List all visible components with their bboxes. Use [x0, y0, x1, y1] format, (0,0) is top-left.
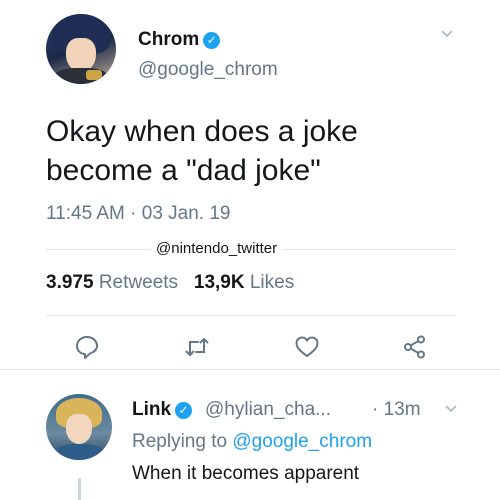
mention-link[interactable]: @google_chrom: [232, 431, 372, 452]
tweet-text-line: Okay when does a joke: [46, 115, 358, 148]
likes-stat[interactable]: 13,9K Likes: [194, 272, 294, 293]
display-name[interactable]: Link: [132, 399, 171, 420]
avatar[interactable]: [46, 14, 116, 84]
likes-count: 13,9K: [193, 272, 245, 293]
chevron-down-icon[interactable]: [444, 402, 458, 416]
divider: [46, 315, 456, 316]
watermark: @nintendo_twitter: [150, 240, 284, 257]
author-handle[interactable]: @google_chrom: [138, 59, 278, 81]
thread-line: [78, 478, 81, 500]
verified-badge-icon: ✓: [203, 32, 221, 49]
chevron-down-icon[interactable]: [440, 27, 454, 41]
tweet-text: Okay when does a joke become a "dad joke…: [46, 112, 466, 190]
heart-icon[interactable]: [294, 334, 320, 360]
retweets-label: Retweets: [98, 272, 179, 293]
replying-prefix: Replying to: [132, 431, 228, 452]
reply-author-name[interactable]: Link ✓: [132, 399, 193, 421]
retweets-count: 3.975: [46, 272, 94, 293]
retweets-stat[interactable]: 3.975 Retweets: [46, 272, 178, 293]
tweet-timestamp[interactable]: 11:45 AM · 03 Jan. 19: [46, 203, 231, 225]
retweet-icon[interactable]: [184, 334, 210, 360]
share-icon[interactable]: [402, 334, 428, 360]
reply-time[interactable]: · 13m: [372, 399, 421, 421]
tweet-author-name[interactable]: Chrom ✓: [138, 29, 221, 51]
tweet-text-line: become a "dad joke": [46, 154, 321, 187]
reply-author-handle[interactable]: @hylian_cha...: [205, 399, 331, 421]
replying-to: Replying to @google_chrom: [132, 431, 372, 453]
avatar[interactable]: [46, 394, 112, 460]
engagement-stats: 3.975 Retweets 13,9K Likes: [46, 272, 294, 294]
reply-text: When it becomes apparent: [132, 463, 360, 484]
verified-badge-icon: ✓: [175, 402, 193, 419]
divider: [0, 369, 500, 370]
likes-label: Likes: [249, 272, 295, 293]
display-name[interactable]: Chrom: [138, 29, 199, 50]
reply-icon[interactable]: [74, 334, 100, 360]
